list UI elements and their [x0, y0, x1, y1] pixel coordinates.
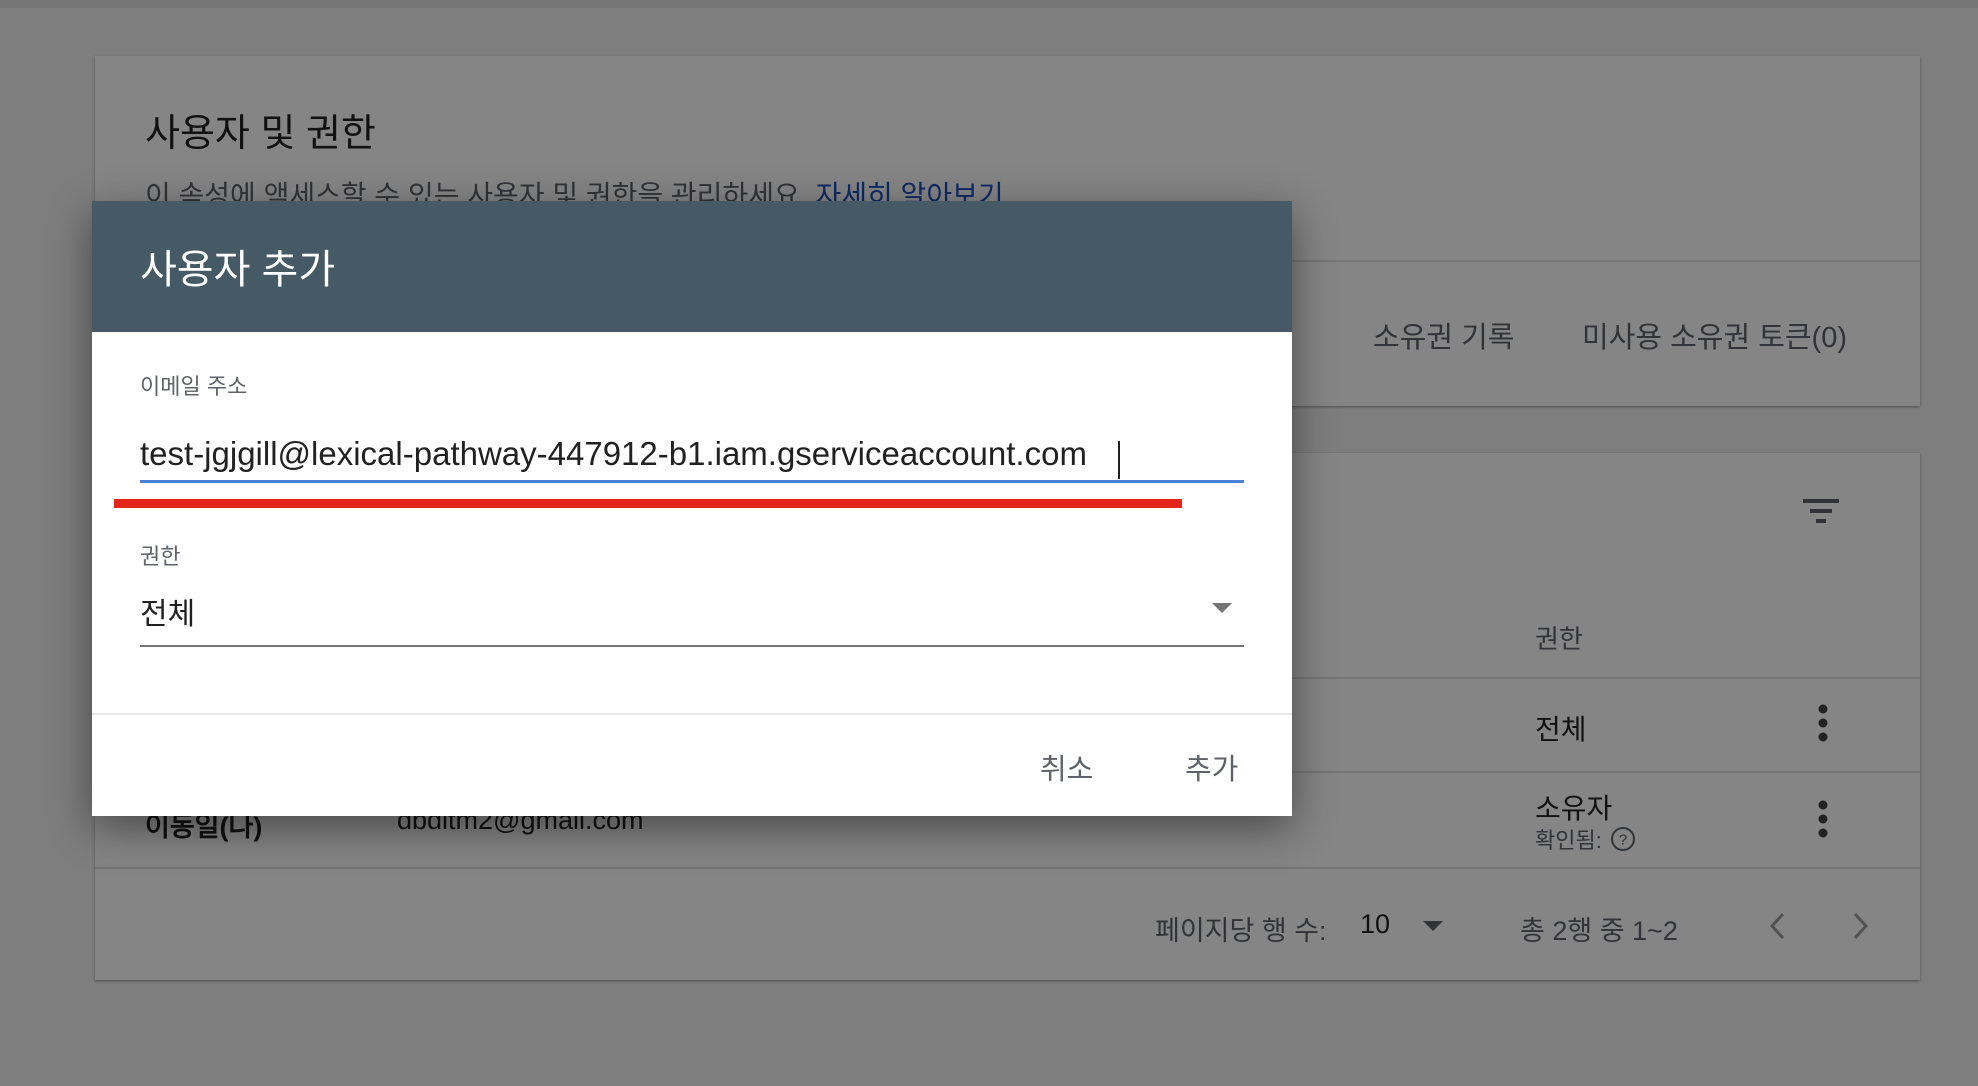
add-button[interactable]: 추가	[1185, 746, 1238, 788]
dialog-title: 사용자 추가	[140, 248, 336, 292]
dialog-divider	[92, 713, 1292, 715]
text-cursor	[1118, 441, 1120, 479]
dropdown-arrow-icon	[1212, 603, 1232, 613]
permission-label: 권한	[140, 544, 181, 569]
highlight-underline	[114, 499, 1182, 508]
dialog-header: 사용자 추가	[92, 201, 1292, 332]
email-label: 이메일 주소	[140, 374, 248, 399]
page: 사용자 및 권한 이 속성에 액세스할 수 있는 사용자 및 권한을 관리하세요…	[0, 0, 1978, 1086]
cancel-button[interactable]: 취소	[1040, 746, 1093, 788]
add-user-dialog: 사용자 추가 이메일 주소 권한 전체 취소 추가	[92, 201, 1292, 816]
permission-selected-value: 전체	[140, 598, 196, 631]
email-field[interactable]	[140, 427, 1244, 483]
permission-select[interactable]: 전체	[140, 581, 1244, 647]
